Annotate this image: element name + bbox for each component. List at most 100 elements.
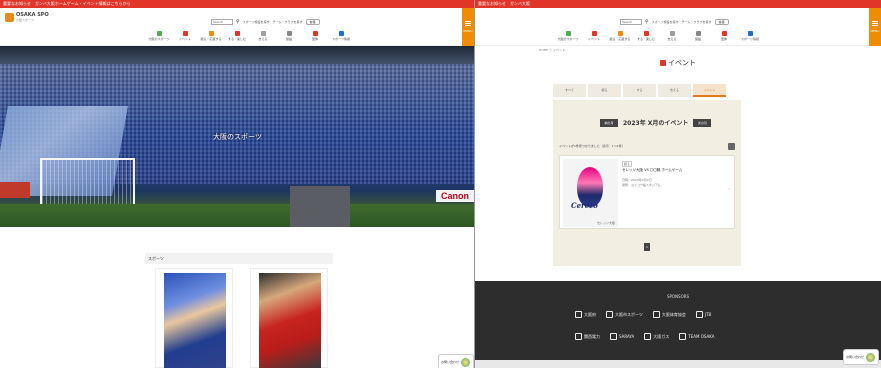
nav-item[interactable]: 支える <box>250 31 276 41</box>
nav-item[interactable]: スポーツ情報 <box>737 31 763 41</box>
hero-title: 大阪のスポーツ <box>213 133 262 141</box>
event-title[interactable]: セレッソ大阪 VS 〇〇戦 ホームゲーム <box>622 168 682 173</box>
nav-label: 団体 <box>311 37 318 41</box>
nav-item[interactable]: 施設 <box>276 31 302 41</box>
menu-button[interactable]: MENU <box>462 8 474 46</box>
nav-label: 施設 <box>285 37 292 41</box>
sponsor-logo[interactable]: TEAM OSAKA <box>679 333 714 340</box>
search-icon[interactable]: ⚲ <box>645 19 649 25</box>
event-venue: 場所：ヨドコウ桜スタジアム <box>622 183 661 187</box>
tab-item[interactable]: 支える <box>658 84 691 97</box>
sponsor-logo[interactable]: 関西電力 <box>575 333 600 340</box>
nav-item[interactable]: 施設 <box>685 31 711 41</box>
nav-item[interactable]: スポーツ情報 <box>328 31 354 41</box>
nav-item[interactable]: 大阪のスポーツ <box>555 31 581 41</box>
pitch <box>0 204 474 227</box>
tab-item[interactable]: 観る <box>588 84 621 97</box>
nav-label: 大阪のスポーツ <box>557 37 579 41</box>
nav-item[interactable]: する・楽しむ <box>633 31 659 41</box>
tab-item[interactable]: する <box>623 84 656 97</box>
tab-item[interactable]: すべて <box>553 84 586 97</box>
month-title: 2023年 X月のイベント <box>623 120 689 127</box>
facility-link[interactable]: スポーツ施設を探す <box>652 20 679 24</box>
next-month-button[interactable]: 次の月 <box>693 118 712 127</box>
nav-label: 団体 <box>720 37 727 41</box>
nav-label: する・楽しむ <box>636 37 655 41</box>
section-title: スポーツ <box>145 253 333 264</box>
language-button[interactable]: 言語 <box>714 19 729 25</box>
sport-card[interactable] <box>155 268 233 368</box>
search-icon[interactable]: ⚲ <box>236 19 240 25</box>
stadium-roof <box>0 46 474 64</box>
sponsor-row: 大阪府 大阪市スポーツ 大阪体育協会 JTB <box>575 311 711 318</box>
nav-label: スポーツ情報 <box>741 37 759 41</box>
sponsor-name: 大阪ガス <box>653 333 670 339</box>
search-input[interactable]: Search <box>211 19 233 25</box>
site-header: OSAKA SPO 大阪スポーツ Search ⚲ スポーツ施設を探す チーム・… <box>0 8 474 46</box>
chat-avatar-icon <box>461 357 471 367</box>
chat-widget[interactable]: お問い合わせ <box>843 349 879 365</box>
header-tools: Search ⚲ スポーツ施設を探す チーム・クラブを探す 言語 <box>620 19 729 25</box>
nav-item[interactable]: 支える <box>659 31 685 41</box>
hamburger-icon <box>872 21 878 22</box>
sport-card[interactable] <box>250 268 328 368</box>
chat-label: お問い合わせ <box>441 360 460 364</box>
sponsor-name: TEAM OSAKA <box>688 334 715 339</box>
nav-label: 観る・応援する <box>200 37 222 41</box>
nav-icon <box>234 31 240 36</box>
nav-item[interactable]: 大阪のスポーツ <box>146 31 172 41</box>
language-button[interactable]: 言語 <box>305 19 320 25</box>
sponsor-name: SARAYA <box>619 334 635 339</box>
nav-item[interactable]: 観る・応援する <box>607 31 633 41</box>
menu-button[interactable]: MENU <box>869 8 881 46</box>
event-date: 日時：2023年X月X日 <box>622 178 652 182</box>
nav-item[interactable]: 観る・応援する <box>198 31 224 41</box>
nav-label: 施設 <box>694 37 701 41</box>
page-title-text: イベント <box>668 59 696 67</box>
pagination-page[interactable]: 1 <box>644 243 650 251</box>
prev-month-button[interactable]: 前の月 <box>600 118 618 127</box>
team-link[interactable]: チーム・クラブを探す <box>273 20 303 24</box>
sponsor-logo[interactable]: 大阪府 <box>575 311 596 318</box>
chat-widget[interactable]: お問い合わせ <box>438 354 474 368</box>
nav-icon <box>643 31 649 36</box>
search-input[interactable]: Search <box>620 19 642 25</box>
sponsor-footer: SPONSORS 大阪府 大阪市スポーツ 大阪体育協会 JTB 関西電力 SARAYA 大… <box>475 281 881 368</box>
alert-bar[interactable]: 重要なお知らせ ガンバ大阪 <box>475 0 881 8</box>
facility-link[interactable]: スポーツ施設を探す <box>243 20 270 24</box>
sponsor-mark-icon <box>679 333 687 340</box>
event-card[interactable]: Cerezo セレッソ大阪 観る セレッソ大阪 VS 〇〇戦 ホームゲーム 日時… <box>559 155 735 229</box>
horizontal-scrollbar[interactable] <box>475 360 881 368</box>
site-header: Search ⚲ スポーツ施設を探す チーム・クラブを探す 言語 大阪のスポーツ… <box>475 8 881 46</box>
nav-icon <box>695 31 701 36</box>
breadcrumb[interactable]: HOME ＞ イベント <box>539 48 565 52</box>
filter-icon[interactable] <box>728 143 735 150</box>
footer-title: SPONSORS <box>666 294 690 299</box>
header-tools: Search ⚲ スポーツ施設を探す チーム・クラブを探す 言語 <box>211 19 320 25</box>
sponsor-logo[interactable]: 大阪体育協会 <box>652 311 686 318</box>
nav-item[interactable]: イベント <box>581 31 607 41</box>
sponsor-logo[interactable]: JTB <box>695 311 711 318</box>
logo-subtext: 大阪スポーツ <box>16 18 34 22</box>
sponsor-mark-icon <box>610 333 617 340</box>
nav-label: 観る・応援する <box>609 37 631 41</box>
nav-item[interactable]: イベント <box>172 31 198 41</box>
nav-label: 大阪のスポーツ <box>148 37 170 41</box>
category-tabs: すべて 観る する 支える イベント <box>553 84 726 97</box>
sponsor-logo[interactable]: 大阪市スポーツ <box>606 311 643 318</box>
nav-item[interactable]: する・楽しむ <box>224 31 250 41</box>
sponsor-logo[interactable]: 大阪ガス <box>644 333 669 340</box>
alert-bar[interactable]: 重要なお知らせ ガンバ大阪ホームゲーム・イベント情報はこちらから <box>0 0 474 8</box>
menu-label: MENU <box>463 29 473 33</box>
nav-item[interactable]: 団体 <box>302 31 328 41</box>
sponsor-mark-icon <box>644 333 652 340</box>
team-link[interactable]: チーム・クラブを探す <box>682 20 712 24</box>
sponsor-name: 関西電力 <box>584 333 600 339</box>
nav-item[interactable]: 団体 <box>711 31 737 41</box>
sponsor-logo[interactable]: SARAYA <box>610 333 634 340</box>
nav-icon <box>286 31 292 36</box>
chevron-right-icon[interactable]: › <box>728 186 730 191</box>
site-logo[interactable]: OSAKA SPO 大阪スポーツ <box>5 13 49 22</box>
tab-item[interactable]: イベント <box>693 84 726 97</box>
chat-avatar-icon <box>866 352 876 362</box>
